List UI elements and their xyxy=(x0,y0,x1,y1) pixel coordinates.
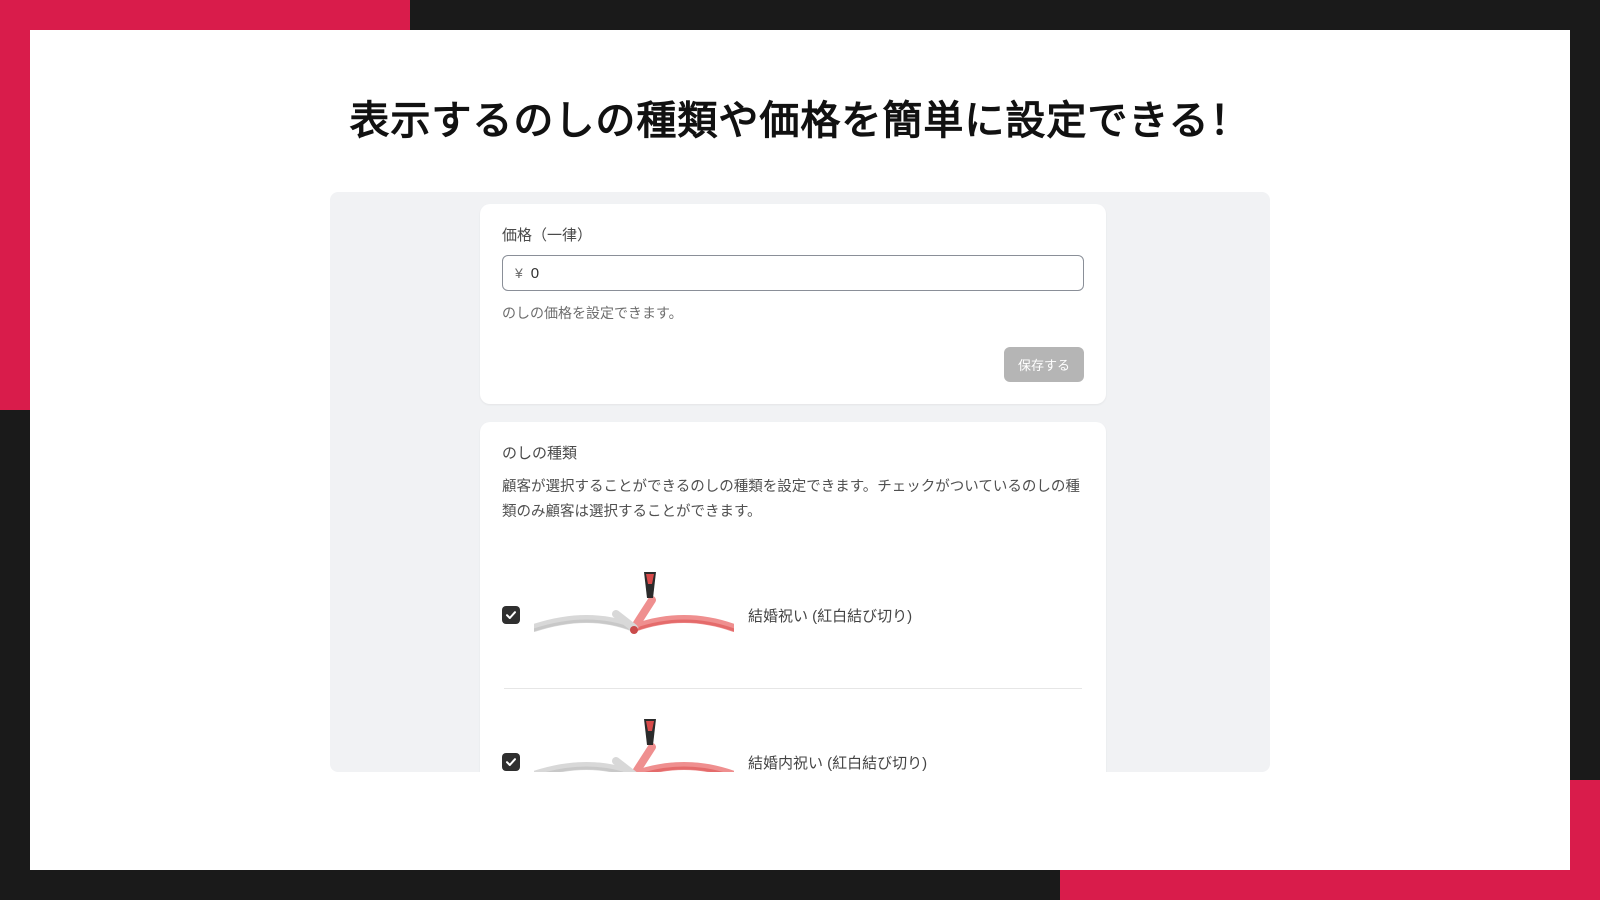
noshi-type-label: 結婚祝い (紅白結び切り) xyxy=(748,605,912,626)
right-gutter xyxy=(1118,204,1258,760)
types-description: 顧客が選択することができるのしの種類を設定できます。チェックがついているのしの種… xyxy=(502,475,1084,524)
content-panel: 表示するのしの種類や価格を簡単に設定できる！ 価格（一律） ¥ のしの価格を設定… xyxy=(30,30,1570,870)
noshi-checkbox[interactable] xyxy=(502,606,520,624)
sidebar-placeholder xyxy=(342,204,468,760)
yen-icon: ¥ xyxy=(515,265,523,281)
check-icon xyxy=(505,756,517,768)
noshi-checkbox[interactable] xyxy=(502,753,520,771)
cards-column: 価格（一律） ¥ のしの価格を設定できます。 保存する のしの種類 顧客が選択す… xyxy=(480,204,1106,760)
price-card: 価格（一律） ¥ のしの価格を設定できます。 保存する xyxy=(480,204,1106,404)
noshi-mizuhiki-icon xyxy=(534,570,734,660)
price-input[interactable] xyxy=(531,265,1071,282)
slide-frame: 表示するのしの種類や価格を簡単に設定できる！ 価格（一律） ¥ のしの価格を設定… xyxy=(0,0,1600,900)
check-icon xyxy=(505,609,517,621)
noshi-type-label: 結婚内祝い (紅白結び切り) xyxy=(748,752,927,772)
save-button[interactable]: 保存する xyxy=(1004,347,1084,382)
types-title: のしの種類 xyxy=(502,442,1084,463)
noshi-type-row: 結婚祝い (紅白結び切り) xyxy=(502,542,1084,688)
noshi-types-card: のしの種類 顧客が選択することができるのしの種類を設定できます。チェックがついて… xyxy=(480,422,1106,772)
price-help-text: のしの価格を設定できます。 xyxy=(502,303,1084,323)
price-label: 価格（一律） xyxy=(502,224,1084,245)
headline-text: 表示するのしの種類や価格を簡単に設定できる！ xyxy=(349,88,1250,146)
noshi-type-row: 結婚内祝い (紅白結び切り) xyxy=(502,689,1084,772)
app-preview-area: 価格（一律） ¥ のしの価格を設定できます。 保存する のしの種類 顧客が選択す… xyxy=(330,192,1270,772)
price-input-wrap[interactable]: ¥ xyxy=(502,255,1084,291)
noshi-mizuhiki-icon xyxy=(534,717,734,772)
